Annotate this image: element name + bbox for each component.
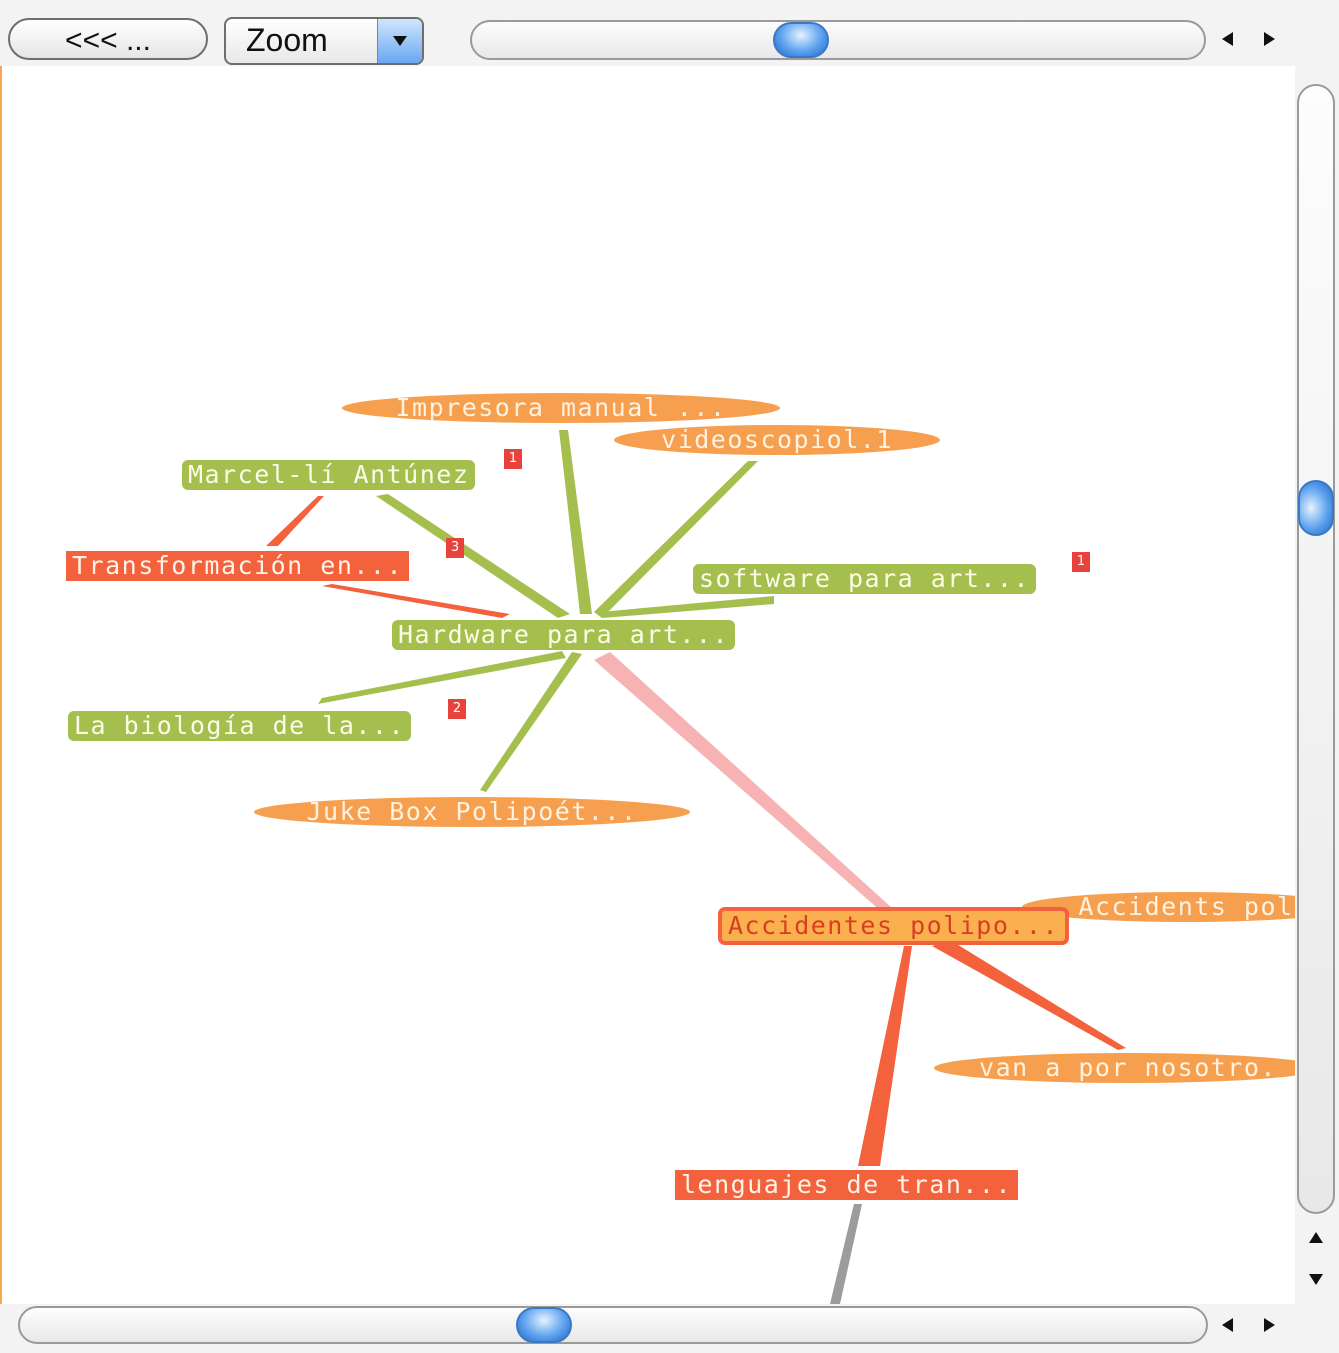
node-impresora[interactable]: Impresora manual ...	[342, 393, 780, 423]
bottom-scroll-thumb[interactable]	[516, 1307, 572, 1343]
connector-center-accidentes	[594, 652, 892, 912]
node-accidentes-selected[interactable]: Accidentes polipo...	[718, 907, 1070, 945]
bottom-scroll-track[interactable]	[18, 1306, 1208, 1344]
scroll-down-icon[interactable]	[1299, 1262, 1333, 1296]
badge-marcel: 1	[504, 449, 522, 469]
connector-marcel-transformacion	[266, 496, 324, 546]
back-button[interactable]: <<< ...	[8, 18, 208, 60]
vertical-scroll-track[interactable]	[1297, 84, 1335, 1214]
top-scroll-thumb[interactable]	[773, 22, 829, 58]
vertical-scroll-thumb[interactable]	[1298, 480, 1334, 536]
node-transformacion[interactable]: Transformación en...	[66, 551, 410, 581]
connector-videoscopio	[594, 461, 758, 618]
node-marcel[interactable]: Marcel-lí Antúnez	[182, 460, 476, 490]
node-hardware-center[interactable]: Hardware para art...	[392, 620, 736, 650]
node-biologia[interactable]: La biología de la...	[68, 711, 412, 741]
zoom-label: Zoom	[246, 22, 328, 58]
connector-jukebox	[480, 652, 582, 792]
node-van[interactable]: van a por nosotro.	[934, 1053, 1295, 1083]
connector-layer	[266, 430, 1126, 1304]
connector-impresora	[559, 430, 592, 614]
vertical-scrollbar	[1295, 66, 1339, 1304]
badge-software: 1	[1072, 552, 1090, 572]
connector-van	[932, 940, 1126, 1050]
node-lenguajes[interactable]: lenguajes de tran...	[675, 1170, 1019, 1200]
scroll-right-icon[interactable]	[1252, 22, 1286, 56]
mind-map-canvas[interactable]: Impresora manual ... videoscopiol.1 Marc…	[0, 66, 1295, 1304]
dropdown-arrow-icon[interactable]	[377, 19, 422, 63]
top-horizontal-scrollbar[interactable]	[470, 20, 1206, 60]
bottom-scroll-right-icon[interactable]	[1252, 1308, 1286, 1342]
node-jukebox[interactable]: Juke Box Polipoét...	[254, 797, 690, 827]
scroll-up-icon[interactable]	[1299, 1222, 1333, 1256]
node-software[interactable]: software para art...	[693, 564, 1037, 594]
connector-biologia	[318, 651, 566, 704]
connector-transformacion	[322, 584, 510, 618]
node-videoscopio[interactable]: videoscopiol.1	[614, 425, 940, 455]
scroll-left-icon[interactable]	[1212, 22, 1246, 56]
connector-lenguajes-down	[830, 1204, 862, 1304]
badge-biologia: 2	[448, 699, 466, 719]
bottom-horizontal-scrollbar	[0, 1304, 1339, 1353]
toolbar: <<< ... Zoom	[0, 0, 1339, 67]
zoom-select[interactable]: Zoom	[224, 17, 424, 65]
connector-software	[600, 596, 774, 618]
bottom-scroll-left-icon[interactable]	[1212, 1308, 1246, 1342]
badge-transformacion: 3	[446, 538, 464, 558]
connector-lenguajes	[858, 946, 912, 1166]
